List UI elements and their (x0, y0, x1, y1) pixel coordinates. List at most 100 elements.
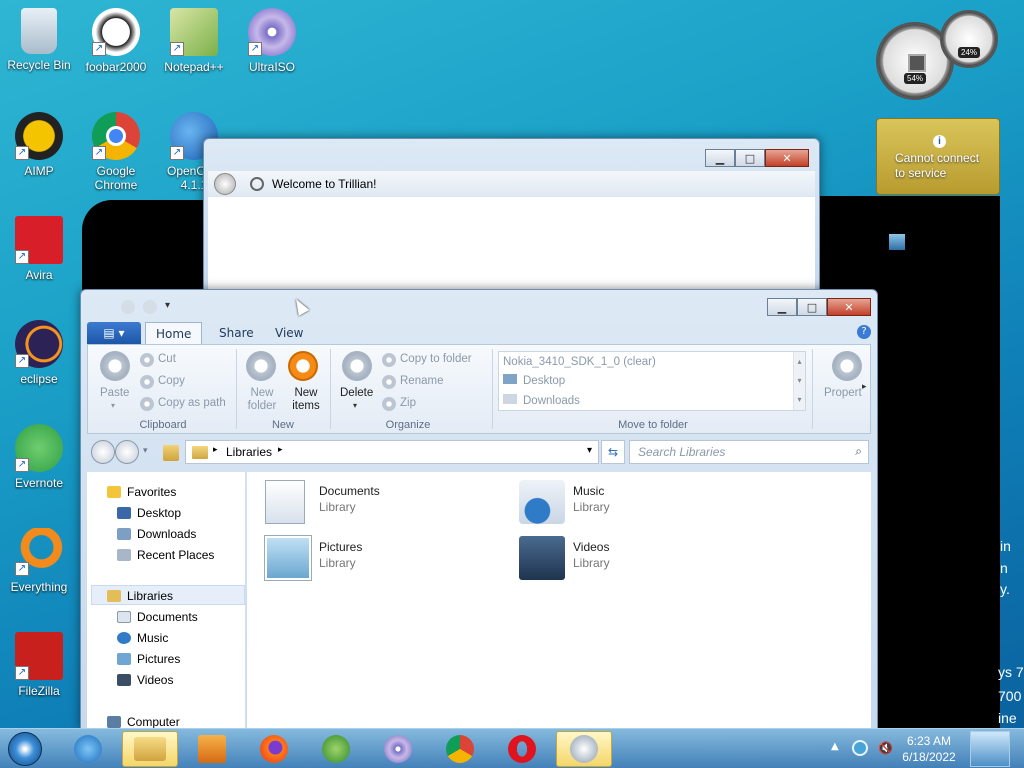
gallery-item-downloads[interactable]: Downloads (503, 394, 580, 407)
copy-as-path-button[interactable]: Copy as path (158, 397, 226, 409)
show-desktop-button[interactable] (970, 731, 1010, 767)
desktop-icon-eclipse[interactable]: ↗ eclipse (1, 320, 77, 386)
taskbar-explorer[interactable] (122, 731, 178, 767)
nav-favorites[interactable]: Favorites (107, 482, 176, 502)
taskbar-ultraiso[interactable] (370, 731, 426, 767)
desktop-icon-foobar2000[interactable]: ↗ foobar2000 (78, 8, 154, 74)
taskbar-media-player[interactable] (184, 731, 240, 767)
search-icon[interactable]: ⌕ (855, 444, 862, 459)
refresh-button[interactable]: ⇆ (601, 440, 625, 464)
library-name: Music (573, 484, 605, 498)
trillian-body (208, 197, 815, 289)
start-button[interactable] (2, 731, 48, 767)
nav-recent-places[interactable]: Recent Places (117, 545, 214, 565)
tray-overflow-icon[interactable]: ▲ (831, 741, 839, 752)
taskbar-opera[interactable] (494, 731, 550, 767)
new-items-button[interactable]: New items (286, 387, 326, 413)
window-controls: ▁ □ ✕ (705, 149, 809, 167)
desktop-icon-ultraiso[interactable]: ↗ UltraISO (234, 8, 310, 74)
back-icon[interactable] (121, 300, 135, 314)
rename-icon (382, 375, 396, 389)
taskbar-internet-explorer[interactable] (60, 731, 116, 767)
clock-date: 6/18/2022 (902, 750, 956, 764)
gallery-item-desktop[interactable]: Desktop (503, 374, 565, 387)
taskbar-chrome[interactable] (432, 731, 488, 767)
system-clock[interactable]: 6:23 AM 6/18/2022 (894, 733, 964, 765)
nav-pictures[interactable]: Pictures (117, 649, 180, 669)
close-button[interactable]: ✕ (827, 298, 871, 316)
desktop-icon-filezilla[interactable]: ↗ FileZilla (1, 632, 77, 698)
help-icon[interactable]: ? (857, 325, 871, 339)
search-box[interactable]: Search Libraries ⌕ (629, 440, 869, 464)
gallery-scrollbar[interactable]: ▴ ▾ ▾ (793, 352, 805, 410)
back-button[interactable] (91, 440, 115, 464)
move-to-folder-gallery[interactable]: Nokia_3410_SDK_1_0 (clear) Desktop Downl… (498, 351, 806, 411)
shortcut-arrow-icon: ↗ (170, 146, 184, 160)
zip-button[interactable]: Zip (400, 397, 416, 409)
maximize-button[interactable]: □ (735, 149, 765, 167)
forward-icon[interactable] (143, 300, 157, 314)
nav-videos[interactable]: Videos (117, 670, 173, 690)
copy-to-folder-button[interactable]: Copy to folder (400, 353, 472, 365)
chevron-down-icon[interactable]: ▾ (165, 300, 170, 311)
nav-downloads[interactable]: Downloads (117, 524, 196, 544)
close-button[interactable]: ✕ (765, 149, 809, 167)
desktop-icon-aimp[interactable]: ↗ AIMP (1, 112, 77, 178)
taskbar-firefox[interactable] (246, 731, 302, 767)
desktop-icon-recycle-bin[interactable]: Recycle Bin (1, 8, 77, 72)
divider (330, 349, 331, 429)
desktop-icon-notepadpp[interactable]: ↗ Notepad++ (156, 8, 232, 74)
taskbar-trillian[interactable] (556, 731, 612, 767)
minimize-button[interactable]: ▁ (705, 149, 735, 167)
nav-documents[interactable]: Documents (117, 607, 198, 627)
chevron-right-icon[interactable]: ▸ (862, 381, 867, 392)
nav-music[interactable]: Music (117, 628, 168, 648)
partial-text: n (1000, 560, 1008, 576)
trillian-orb-icon[interactable] (214, 173, 236, 195)
new-folder-button[interactable]: New folder (244, 387, 280, 413)
paste-button[interactable]: Paste (100, 387, 129, 399)
explorer-window[interactable]: ▾ ▁ □ ✕ ▤ ▾ Home Share View ? Paste ▾ Cu… (80, 289, 878, 729)
recent-locations-icon[interactable]: ▾ (143, 446, 148, 456)
up-arrow-icon[interactable] (163, 445, 179, 461)
tab-view[interactable]: View (265, 322, 313, 344)
divider (492, 349, 493, 429)
properties-button[interactable]: Propert (824, 387, 862, 399)
shortcut-arrow-icon: ↗ (248, 42, 262, 56)
delete-button[interactable]: Delete (340, 387, 373, 399)
nav-libraries[interactable]: Libraries (107, 586, 173, 606)
videos-library-icon (519, 536, 565, 580)
taskbar-download-manager[interactable] (308, 731, 364, 767)
library-videos[interactable]: Videos Library (519, 536, 719, 582)
desktop-icon-avira[interactable]: ↗ Avira (1, 216, 77, 282)
cut-button[interactable]: Cut (158, 353, 176, 365)
library-pictures[interactable]: Pictures Library (264, 535, 465, 582)
rename-button[interactable]: Rename (400, 375, 443, 387)
nav-desktop[interactable]: Desktop (117, 503, 181, 523)
chevron-down-icon[interactable]: ▾ (587, 445, 592, 456)
tab-home[interactable]: Home (145, 322, 203, 344)
gallery-item[interactable]: Nokia_3410_SDK_1_0 (clear) (503, 356, 656, 368)
tab-share[interactable]: Share (209, 322, 264, 344)
network-icon[interactable] (852, 740, 868, 756)
tab-file[interactable]: ▤ ▾ (87, 322, 141, 344)
weather-gadget[interactable]: i Cannot connect to service (876, 118, 1000, 195)
new-items-icon (288, 351, 318, 381)
avira-icon: ↗ (15, 216, 63, 264)
nav-label: Documents (137, 610, 198, 624)
memory-meter-gadget[interactable]: 24% (940, 10, 998, 68)
address-path[interactable]: Libraries (226, 445, 272, 459)
address-bar[interactable]: ▸ Libraries ▸ ▾ (185, 440, 599, 464)
library-music[interactable]: Music Library (519, 480, 719, 526)
music-icon (117, 632, 131, 644)
forward-button[interactable] (115, 440, 139, 464)
library-documents[interactable]: Documents Library (265, 480, 465, 526)
trillian-window[interactable]: ▁ □ ✕ Welcome to Trillian! (203, 138, 820, 290)
desktop-icon-everything[interactable]: ↗ Everything (1, 528, 77, 594)
desktop-icon-evernote[interactable]: ↗ Evernote (1, 424, 77, 490)
copy-button[interactable]: Copy (158, 375, 185, 387)
maximize-button[interactable]: □ (797, 298, 827, 316)
minimize-button[interactable]: ▁ (767, 298, 797, 316)
desktop-icon-chrome[interactable]: ↗ Google Chrome (78, 112, 154, 192)
volume-muted-icon[interactable]: 🔇 (878, 741, 893, 755)
